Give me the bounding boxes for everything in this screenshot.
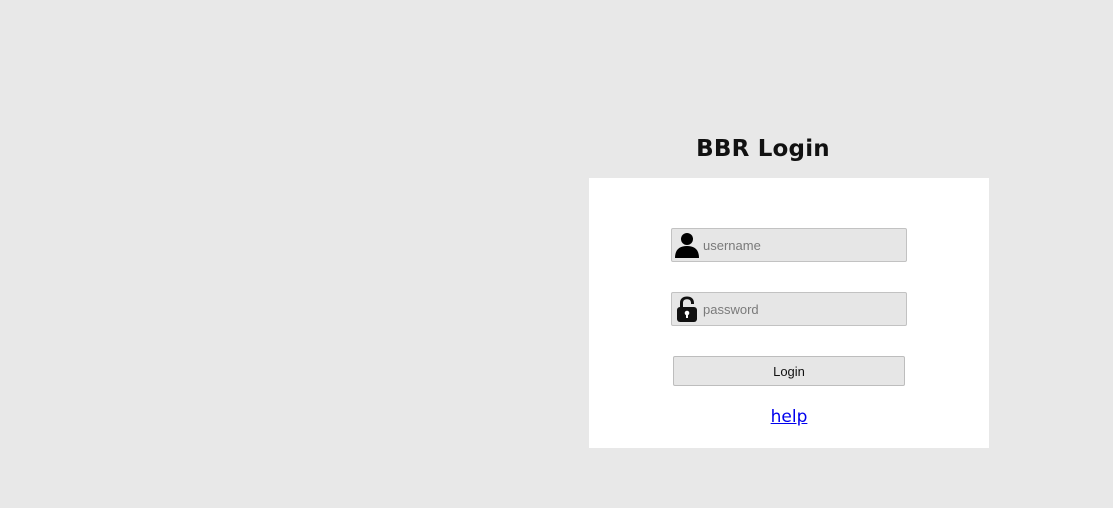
login-button[interactable]: Login	[673, 356, 905, 386]
password-input[interactable]	[703, 293, 903, 325]
lock-icon	[674, 296, 700, 322]
user-icon	[674, 232, 700, 258]
page-title: BBR Login	[696, 136, 830, 162]
help-link[interactable]: help	[771, 407, 808, 427]
help-link-container: help	[589, 407, 989, 427]
password-field[interactable]	[671, 292, 907, 326]
username-field[interactable]	[671, 228, 907, 262]
login-page: BBR Login Login	[0, 0, 1113, 508]
login-panel: Login help	[589, 178, 989, 448]
username-input[interactable]	[703, 229, 903, 261]
